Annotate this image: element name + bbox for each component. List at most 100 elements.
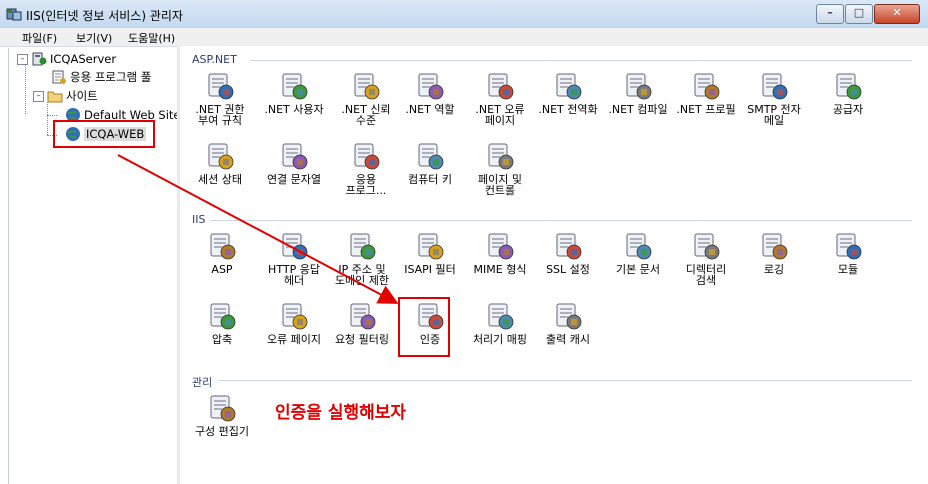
feature-label: 페이지 및 컨트롤 xyxy=(478,173,522,197)
feature-label: 컴퓨터 키 xyxy=(408,173,452,186)
feature-users[interactable]: .NET 사용자 xyxy=(262,70,326,115)
feature-error-page[interactable]: .NET 오류 페이지 xyxy=(468,70,532,126)
compression-icon xyxy=(210,303,236,330)
feature-asp[interactable]: ASP xyxy=(190,230,254,275)
feature-label: 처리기 매핑 xyxy=(472,333,528,346)
ssl-lock-icon xyxy=(556,233,582,260)
feature-request-filter[interactable]: 요청 필터링 xyxy=(330,300,394,345)
section-divider xyxy=(218,380,912,381)
feature-default-doc[interactable]: 기본 문서 xyxy=(606,230,670,275)
feature-compression[interactable]: 압축 xyxy=(190,300,254,345)
feature-output-cache[interactable]: 출력 캐시 xyxy=(536,300,600,345)
section-title-aspnet: ASP.NET xyxy=(192,53,237,66)
app-pool-icon xyxy=(52,70,66,84)
feature-label: 오류 페이지 xyxy=(266,333,322,346)
compile-icon xyxy=(626,73,652,100)
feature-connection-string[interactable]: 연결 문자열 xyxy=(262,140,326,185)
feature-label: ISAPI 필터 xyxy=(404,263,456,276)
feature-http-headers[interactable]: HTTP 응답 헤더 xyxy=(262,230,326,286)
feature-label: 연결 문자열 xyxy=(266,173,322,186)
maximize-icon: □ xyxy=(853,6,865,19)
feature-mail[interactable]: SMTP 전자 메일 xyxy=(742,70,806,126)
feature-label: 구성 편집기 xyxy=(194,425,250,438)
menu-view[interactable]: 보기(V) xyxy=(76,30,112,46)
menu-help[interactable]: 도움말(H) xyxy=(128,30,175,46)
sites-folder-icon xyxy=(47,91,63,103)
section-divider xyxy=(210,220,912,221)
dir-browse-icon xyxy=(694,233,720,260)
feature-trust-check[interactable]: .NET 신뢰 수준 xyxy=(334,70,398,126)
config-editor-icon xyxy=(210,395,236,422)
feature-logging[interactable]: 로깅 xyxy=(742,230,806,275)
feature-config-editor[interactable]: 구성 편집기 xyxy=(190,392,254,437)
feature-label: .NET 사용자 xyxy=(264,103,324,116)
feature-label: HTTP 응답 헤더 xyxy=(268,263,320,287)
feature-label: IP 주소 및 도메인 제한 xyxy=(334,263,390,287)
logging-icon xyxy=(762,233,788,260)
tree-label-server: ICQAServer xyxy=(50,52,117,66)
iis-app-icon xyxy=(6,8,22,21)
title-bar: IIS(인터넷 정보 서비스) 관리자 – □ ✕ xyxy=(0,0,928,29)
feature-compile[interactable]: .NET 컴파일 xyxy=(606,70,670,115)
machine-key-icon xyxy=(418,143,444,170)
default-doc-icon xyxy=(626,233,652,260)
annotation-text: 인증을 실행해보자 xyxy=(275,403,407,423)
feature-isapi[interactable]: ISAPI 필터 xyxy=(398,230,462,275)
minimize-button[interactable]: – xyxy=(816,4,844,24)
tree-node-server[interactable]: – ICQAServer xyxy=(17,51,116,67)
feature-globe[interactable]: .NET 전역화 xyxy=(536,70,600,115)
handler-map-icon xyxy=(488,303,514,330)
feature-label: 압축 xyxy=(211,333,233,346)
feature-label: ASP xyxy=(211,263,233,276)
feature-label: .NET 신뢰 수준 xyxy=(341,103,391,127)
feature-pages-controls[interactable]: 페이지 및 컨트롤 xyxy=(468,140,532,196)
menu-file[interactable]: 파일(F) xyxy=(22,30,57,46)
tree-node-sites[interactable]: – 사이트 xyxy=(33,88,98,104)
feature-app-settings[interactable]: 응용 프로그... xyxy=(334,140,398,196)
section-divider xyxy=(250,60,912,61)
window-title: IIS(인터넷 정보 서비스) 관리자 xyxy=(26,9,183,23)
feature-modules[interactable]: 모듈 xyxy=(816,230,880,275)
feature-mime[interactable]: MIME 형식 xyxy=(468,230,532,275)
collapse-icon[interactable]: – xyxy=(33,90,44,102)
feature-label: 출력 캐시 xyxy=(546,333,590,346)
feature-machine-key[interactable]: 컴퓨터 키 xyxy=(398,140,462,185)
feature-label: .NET 오류 페이지 xyxy=(475,103,525,127)
site-highlight-box xyxy=(53,120,155,148)
minimize-icon: – xyxy=(827,6,833,19)
menu-bar: 파일(F) 보기(V) 도움말(H) xyxy=(0,28,928,47)
feature-providers[interactable]: 공급자 xyxy=(816,70,880,115)
section-title-manage: 관리 xyxy=(192,376,213,389)
feature-label: 공급자 xyxy=(832,103,864,116)
collapse-icon[interactable]: – xyxy=(17,53,28,65)
lock-user-icon xyxy=(208,73,234,100)
feature-ip-restrict[interactable]: IP 주소 및 도메인 제한 xyxy=(330,230,394,286)
isapi-icon xyxy=(418,233,444,260)
feature-session[interactable]: 세션 상태 xyxy=(188,140,252,185)
feature-profile[interactable]: .NET 프로필 xyxy=(674,70,738,115)
feature-roles[interactable]: .NET 역할 xyxy=(398,70,462,115)
error-pages-icon xyxy=(282,303,308,330)
tree-node-app-pools[interactable]: 응용 프로그램 풀 xyxy=(51,69,151,85)
feature-lock-user[interactable]: .NET 권한 부여 규칙 xyxy=(188,70,252,126)
session-icon xyxy=(208,143,234,170)
feature-label: .NET 프로필 xyxy=(676,103,736,116)
feature-label: SSL 설정 xyxy=(546,263,590,276)
maximize-button[interactable]: □ xyxy=(845,4,873,24)
feature-label: .NET 권한 부여 규칙 xyxy=(195,103,245,127)
authentication-highlight-box xyxy=(398,297,450,357)
feature-handler-map[interactable]: 처리기 매핑 xyxy=(468,300,532,345)
feature-dir-browse[interactable]: 디렉터리 검색 xyxy=(674,230,738,286)
pages-controls-icon xyxy=(488,143,514,170)
feature-label: 기본 문서 xyxy=(616,263,660,276)
output-cache-icon xyxy=(556,303,582,330)
feature-ssl-lock[interactable]: SSL 설정 xyxy=(536,230,600,275)
close-button[interactable]: ✕ xyxy=(874,4,920,24)
feature-error-pages[interactable]: 오류 페이지 xyxy=(262,300,326,345)
tree-label-sites: 사이트 xyxy=(66,89,98,103)
feature-label: 세션 상태 xyxy=(198,173,242,186)
feature-label: SMTP 전자 메일 xyxy=(747,103,801,127)
feature-label: 디렉터리 검색 xyxy=(685,263,727,287)
feature-label: 모듈 xyxy=(837,263,859,276)
section-title-iis: IIS xyxy=(192,213,206,226)
